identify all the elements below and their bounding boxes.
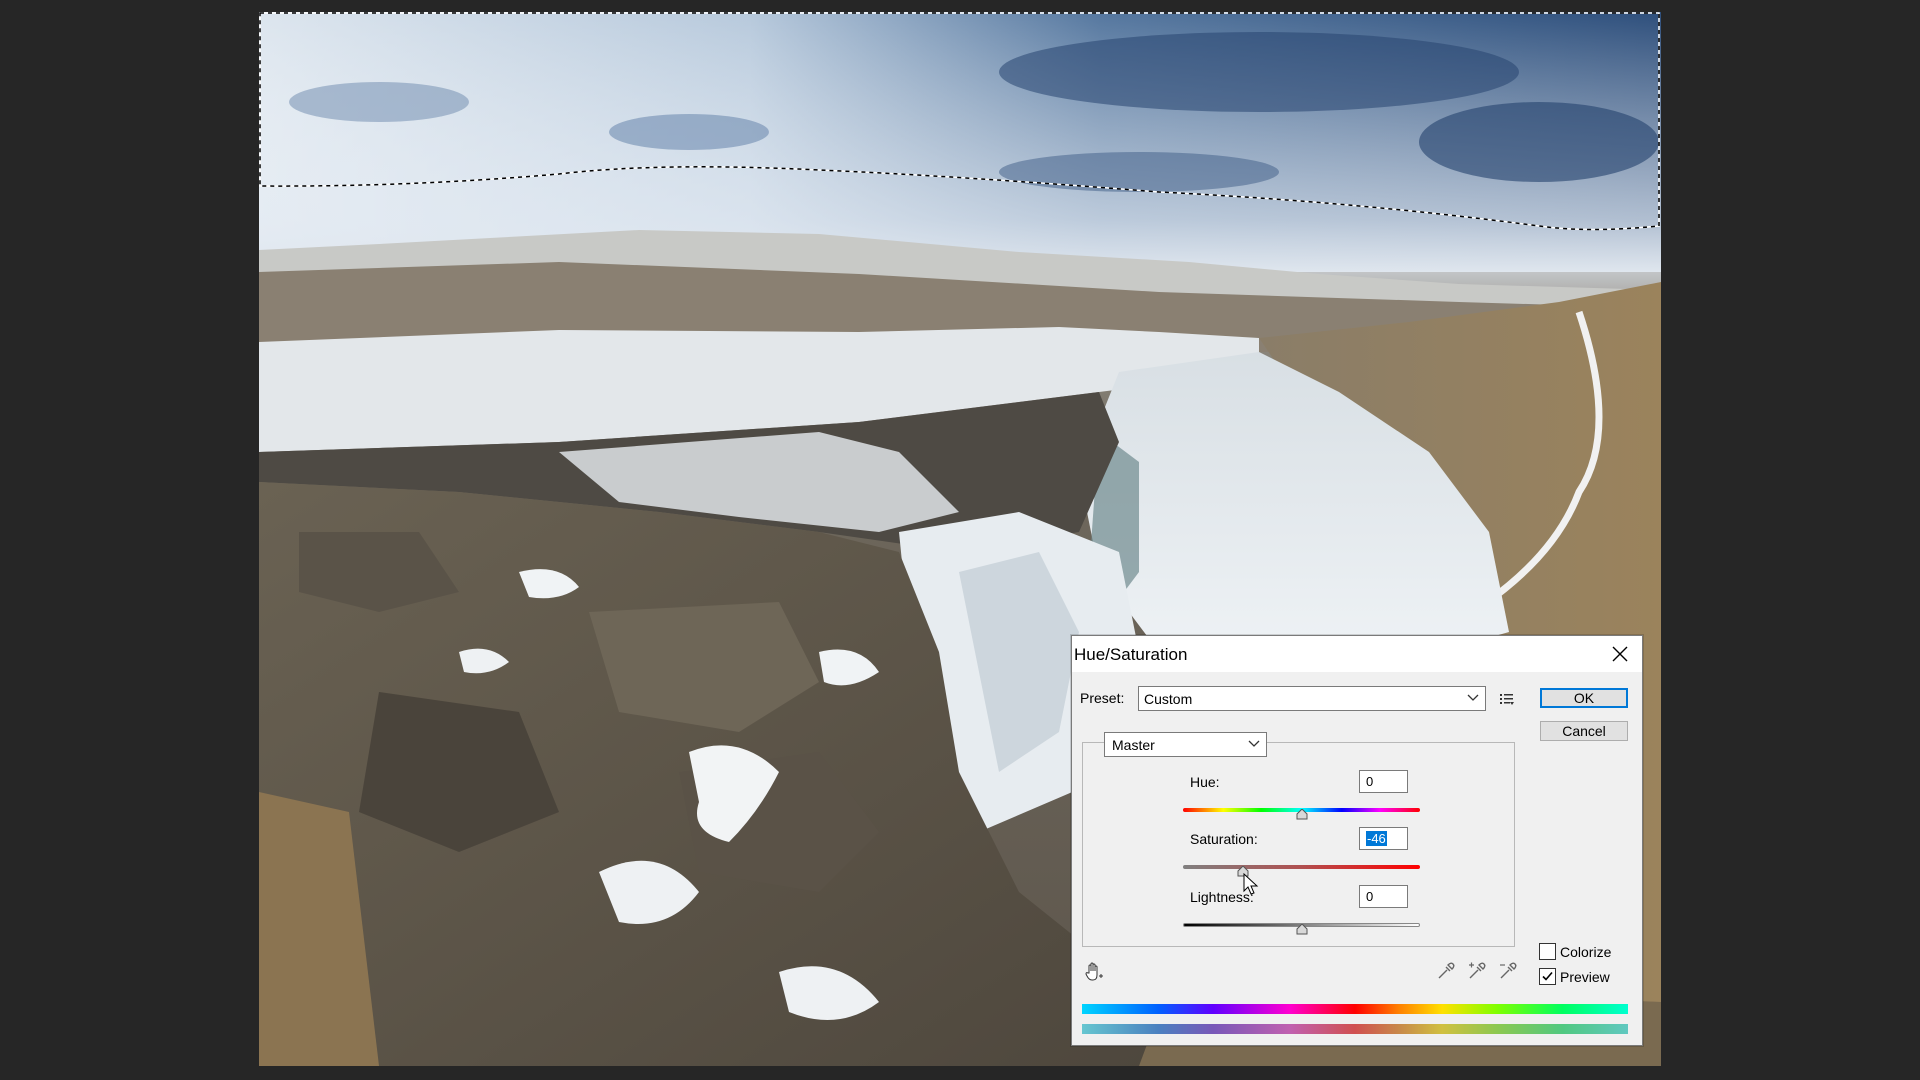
colorize-checkbox[interactable] [1539,943,1556,960]
output-color-bar [1082,1024,1628,1034]
preset-value: Custom [1144,691,1193,707]
hue-label: Hue: [1190,774,1220,790]
hue-value: 0 [1366,774,1374,789]
hue-input[interactable]: 0 [1359,770,1408,793]
dialog-title: Hue/Saturation [1074,645,1188,664]
saturation-label: Saturation: [1190,831,1258,847]
hand-icon[interactable] [1083,961,1105,983]
hue-slider-thumb[interactable] [1296,809,1308,820]
input-color-bar [1082,1004,1628,1014]
saturation-slider-track[interactable] [1183,865,1420,869]
checkmark-icon [1542,971,1553,981]
close-button[interactable] [1606,640,1634,668]
close-icon [1612,646,1628,662]
channel-value: Master [1112,737,1155,753]
cancel-button[interactable]: Cancel [1540,721,1628,741]
chevron-down-icon [1467,694,1479,701]
preview-label: Preview [1560,969,1610,985]
eyedropper-icon[interactable] [1436,961,1456,981]
hue-saturation-dialog: Hue/Saturation Preset: Custom OK Cancel … [1071,635,1643,1046]
chevron-down-icon [1248,740,1260,747]
adjustment-group [1082,742,1515,947]
lightness-input[interactable]: 0 [1359,885,1408,908]
saturation-value: -46 [1366,831,1387,846]
preset-label: Preset: [1080,690,1125,706]
saturation-input[interactable]: -46 [1359,827,1408,850]
ok-button[interactable]: OK [1540,688,1628,708]
lightness-label: Lightness: [1190,889,1254,905]
lightness-value: 0 [1366,889,1374,904]
preview-checkbox[interactable] [1539,968,1556,985]
lightness-slider-thumb[interactable] [1296,924,1308,935]
colorize-label: Colorize [1560,944,1612,960]
channel-select[interactable]: Master [1104,732,1267,757]
eyedropper-minus-icon[interactable] [1498,961,1518,981]
preset-options-icon[interactable] [1499,691,1515,707]
dialog-titlebar[interactable]: Hue/Saturation [1072,636,1642,672]
eyedropper-plus-icon[interactable] [1467,961,1487,981]
saturation-slider-thumb[interactable] [1237,866,1249,877]
preset-select[interactable]: Custom [1138,686,1486,711]
